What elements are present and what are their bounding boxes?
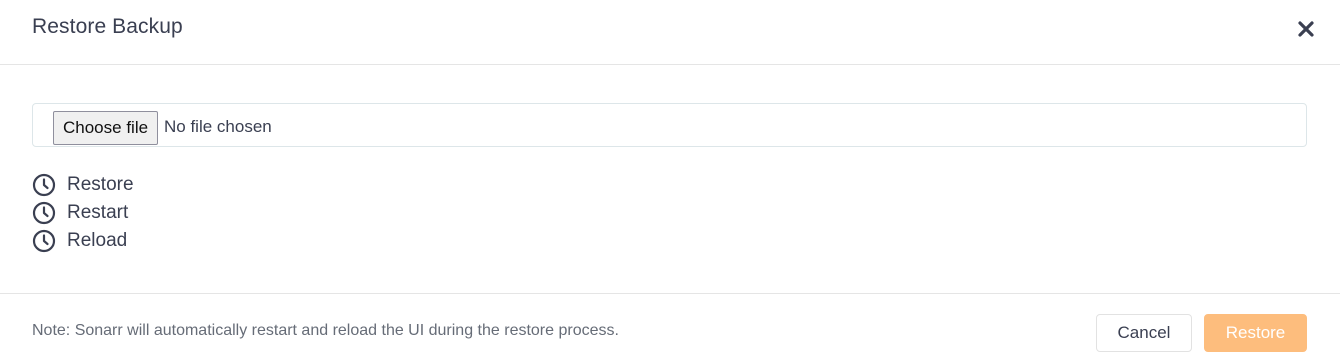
step-label: Restore <box>67 174 134 195</box>
step-label: Reload <box>67 230 128 251</box>
choose-file-button[interactable]: Choose file <box>53 111 159 145</box>
restore-steps: Restore Restart Reload <box>32 171 134 255</box>
clock-icon <box>32 229 56 253</box>
step-reload: Reload <box>32 227 134 255</box>
modal-footer: Note: Sonarr will automatically restart … <box>0 293 1340 362</box>
step-restart: Restart <box>32 199 134 227</box>
restore-backup-modal: Restore Backup Choose file No file chose… <box>0 0 1340 362</box>
step-label: Restart <box>67 202 129 223</box>
close-button[interactable] <box>1294 17 1318 41</box>
restore-button[interactable]: Restore <box>1204 314 1307 352</box>
step-restore: Restore <box>32 171 134 199</box>
modal-header: Restore Backup <box>0 0 1340 65</box>
file-status-text: No file chosen <box>164 117 272 136</box>
clock-icon <box>32 173 56 197</box>
file-input-field[interactable]: Choose file No file chosen <box>32 103 1307 147</box>
clock-icon <box>32 201 56 225</box>
modal-body: Choose file No file chosen Restore Resta… <box>32 103 1307 253</box>
cancel-button[interactable]: Cancel <box>1096 314 1192 352</box>
close-icon <box>1298 21 1314 37</box>
footer-note: Note: Sonarr will automatically restart … <box>32 322 619 339</box>
modal-title: Restore Backup <box>32 15 183 38</box>
